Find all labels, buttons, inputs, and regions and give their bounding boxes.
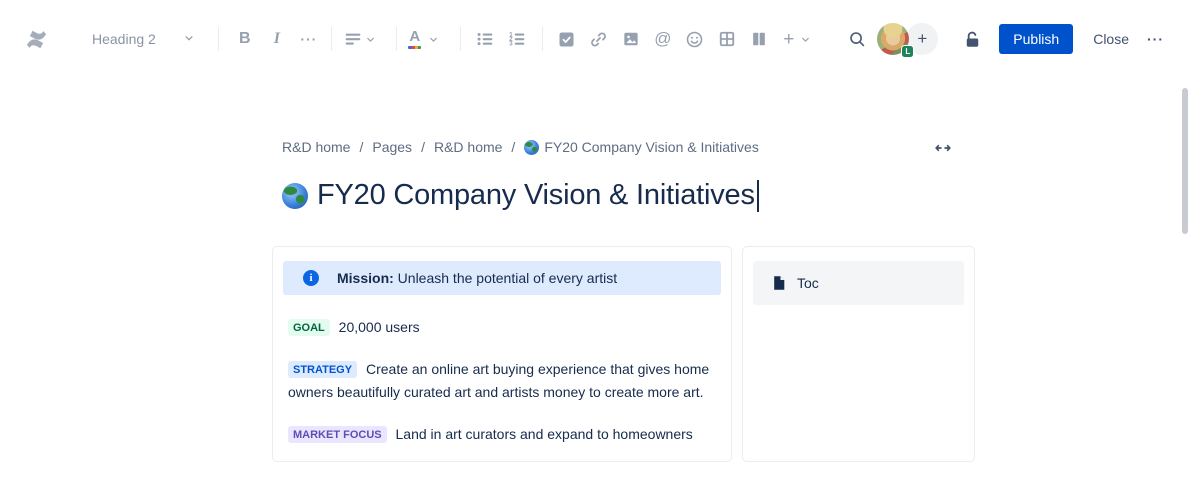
checkbox-icon — [556, 29, 577, 50]
bullet-list-button[interactable] — [469, 23, 501, 55]
breadcrumb-link[interactable]: Pages — [372, 139, 412, 155]
emoji-icon — [684, 29, 705, 50]
more-horizontal-icon: ··· — [1147, 31, 1164, 47]
toolbar-divider — [460, 27, 461, 51]
text-style-dropdown[interactable]: Heading 2 — [92, 31, 196, 48]
breadcrumb: R&D home / Pages / R&D home / FY20 Compa… — [282, 137, 975, 157]
breadcrumb-current-link[interactable]: FY20 Company Vision & Initiatives — [544, 139, 759, 155]
text-color-icon: A — [409, 29, 420, 49]
toolbar-actions: L + Publish Close ··· — [825, 23, 1164, 55]
breadcrumb-separator: / — [421, 139, 425, 155]
globe-emoji-icon — [282, 183, 308, 209]
globe-emoji-icon — [524, 140, 539, 155]
alignment-dropdown[interactable] — [338, 23, 382, 55]
table-icon — [717, 29, 737, 49]
numbered-list-button[interactable]: 123 — [501, 23, 533, 55]
toolbar-divider — [542, 27, 543, 51]
breadcrumb-separator: / — [511, 139, 515, 155]
link-icon — [588, 29, 609, 50]
image-icon — [621, 29, 641, 49]
toolbar-divider — [218, 27, 219, 51]
goal-line[interactable]: GOAL 20,000 users — [288, 316, 721, 339]
bold-button[interactable]: B — [229, 23, 261, 55]
formatting-toolbar: Heading 2 B I ··· A — [20, 23, 821, 55]
more-formatting-button[interactable]: ··· — [293, 23, 325, 55]
align-left-icon — [342, 28, 364, 50]
publish-button[interactable]: Publish — [999, 24, 1073, 54]
task-list-button[interactable] — [551, 23, 583, 55]
breadcrumb-current[interactable]: FY20 Company Vision & Initiatives — [524, 139, 759, 155]
document-icon — [771, 275, 787, 291]
svg-text:3: 3 — [509, 40, 513, 47]
insert-link-button[interactable] — [583, 23, 615, 55]
confluence-logo-icon — [20, 23, 52, 55]
unlock-icon — [961, 28, 984, 51]
market-focus-line[interactable]: MARKET FOCUS Land in art curators and ex… — [288, 423, 721, 446]
breadcrumb-link[interactable]: R&D home — [434, 139, 502, 155]
toolbar-divider — [396, 27, 397, 51]
strategy-line[interactable]: STRATEGY Create an online art buying exp… — [288, 358, 721, 404]
insert-table-button[interactable] — [711, 23, 743, 55]
plus-icon: + — [917, 29, 927, 49]
insert-image-button[interactable] — [615, 23, 647, 55]
close-button[interactable]: Close — [1085, 25, 1137, 53]
chevron-down-icon — [182, 31, 196, 48]
market-focus-text: Land in art curators and expand to homeo… — [396, 426, 693, 442]
info-panel-label: Mission: — [337, 270, 394, 286]
insert-more-dropdown[interactable]: + — [775, 23, 821, 55]
plus-icon: + — [783, 30, 794, 49]
expand-width-button[interactable] — [931, 136, 955, 163]
chevron-down-icon — [364, 33, 377, 46]
italic-icon: I — [274, 30, 280, 48]
layout-column-left[interactable]: i Mission: Unleash the potential of ever… — [272, 246, 732, 462]
mention-icon: @ — [654, 29, 671, 49]
editor-content: R&D home / Pages / R&D home / FY20 Compa… — [272, 137, 975, 462]
italic-button[interactable]: I — [261, 23, 293, 55]
info-panel-body: Unleash the potential of every artist — [398, 270, 617, 286]
status-lozenge-market-focus[interactable]: MARKET FOCUS — [288, 426, 387, 443]
status-lozenge-strategy[interactable]: STRATEGY — [288, 361, 357, 378]
user-avatar[interactable]: L — [877, 23, 909, 55]
emoji-button[interactable] — [679, 23, 711, 55]
text-color-dropdown[interactable]: A — [403, 23, 447, 55]
numbered-list-icon: 123 — [506, 28, 528, 50]
info-panel-text: Mission: Unleash the potential of every … — [337, 270, 617, 286]
layout-columns-icon — [749, 29, 769, 49]
more-horizontal-icon: ··· — [300, 31, 317, 47]
scrollbar-thumb[interactable] — [1182, 88, 1188, 234]
bullet-list-icon — [474, 28, 496, 50]
page-title-text: FY20 Company Vision & Initiatives — [317, 179, 755, 212]
chevron-down-icon — [427, 33, 440, 46]
restrictions-button[interactable] — [956, 23, 988, 55]
bold-icon: B — [239, 30, 251, 48]
breadcrumb-link[interactable]: R&D home — [282, 139, 350, 155]
page-title[interactable]: FY20 Company Vision & Initiatives — [282, 179, 975, 212]
chevron-down-icon — [799, 33, 812, 46]
layout-column-right[interactable]: Toc — [742, 246, 975, 462]
mention-button[interactable]: @ — [647, 23, 679, 55]
two-column-layout: i Mission: Unleash the potential of ever… — [272, 246, 975, 462]
text-cursor — [757, 180, 759, 212]
page-more-button[interactable]: ··· — [1147, 31, 1164, 47]
status-lozenge-goal[interactable]: GOAL — [288, 319, 330, 336]
toolbar-divider — [331, 27, 332, 51]
breadcrumb-separator: / — [359, 139, 363, 155]
editor-toolbar: Heading 2 B I ··· A — [0, 0, 1190, 78]
info-panel[interactable]: i Mission: Unleash the potential of ever… — [283, 261, 721, 295]
info-icon: i — [303, 270, 319, 286]
text-style-label: Heading 2 — [92, 31, 156, 47]
expand-arrows-icon — [933, 146, 953, 161]
layouts-button[interactable] — [743, 23, 775, 55]
search-icon — [846, 28, 868, 50]
goal-text: 20,000 users — [339, 319, 420, 335]
search-button[interactable] — [841, 23, 873, 55]
toc-macro[interactable]: Toc — [753, 261, 964, 305]
toc-macro-label: Toc — [797, 275, 819, 291]
avatar-status-badge: L — [901, 45, 914, 58]
